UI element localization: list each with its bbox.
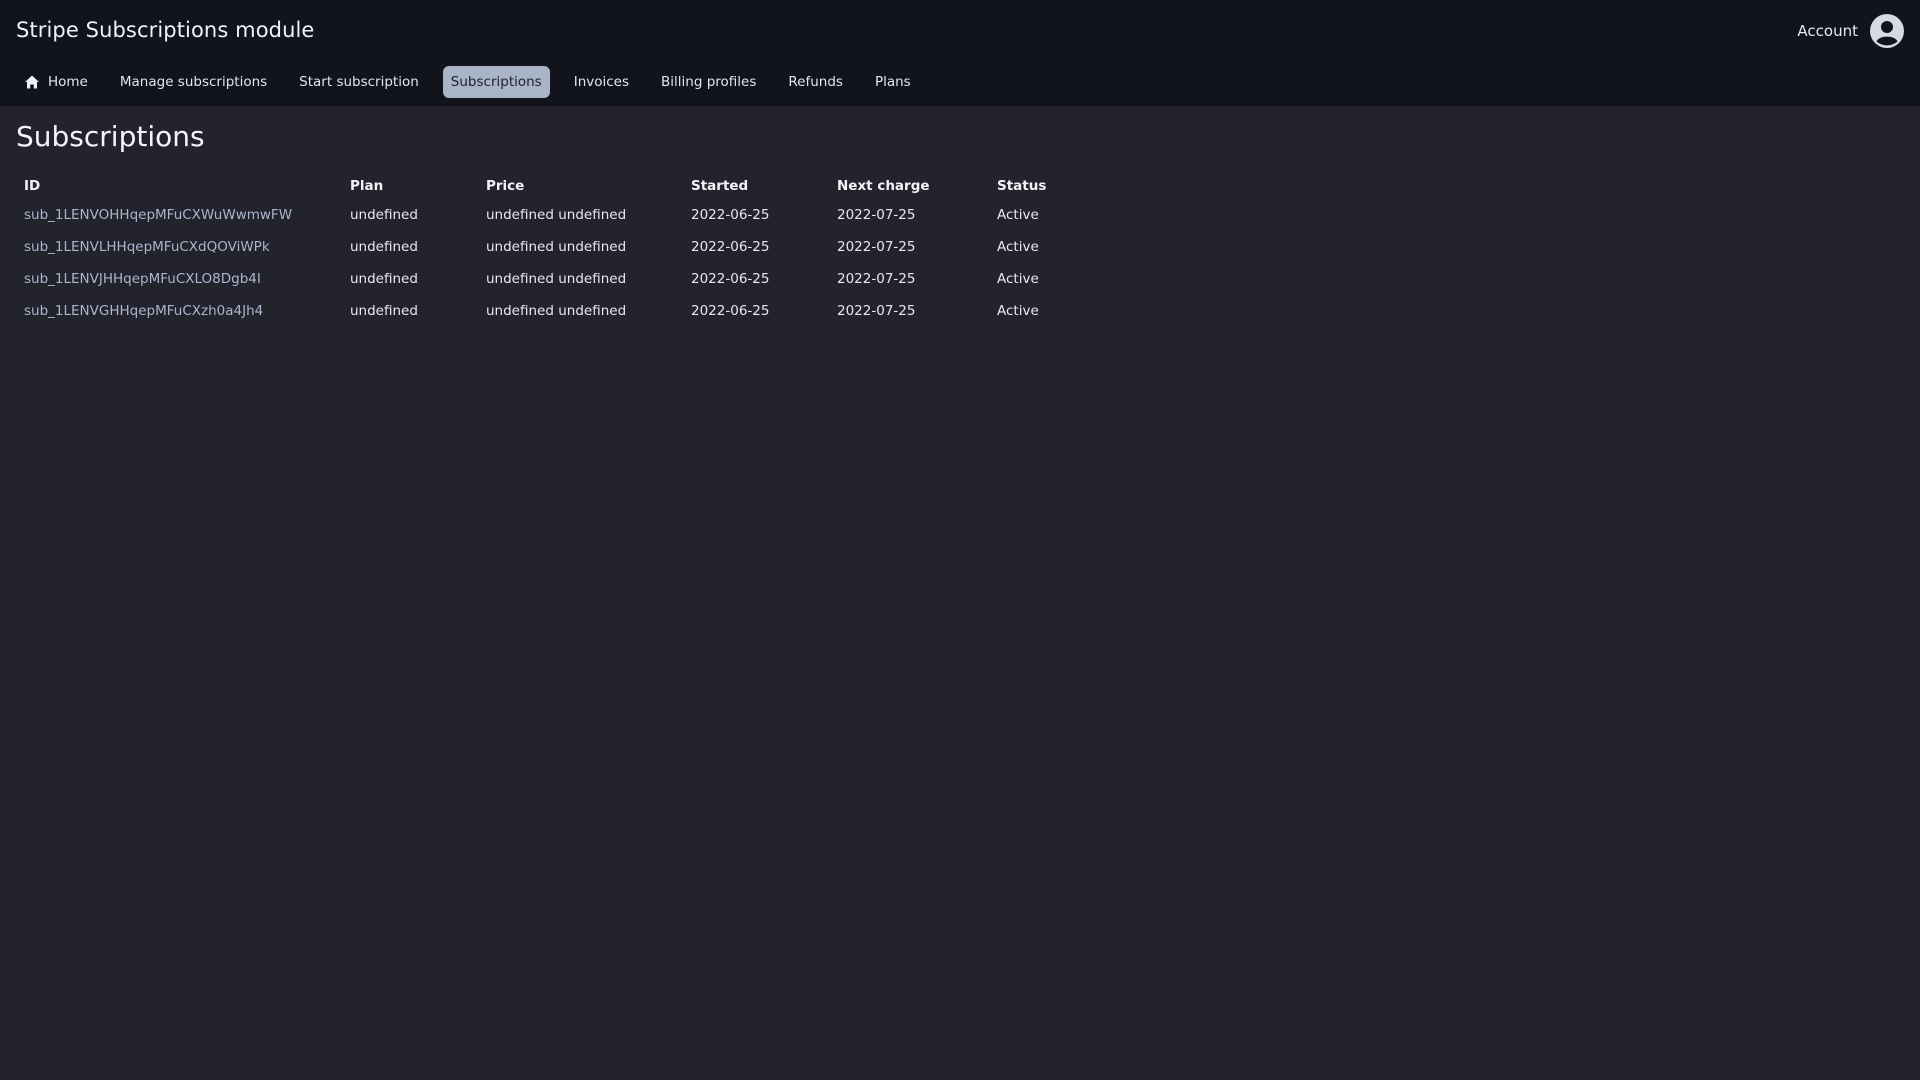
- column-header-next-charge: Next charge: [837, 178, 930, 194]
- account-label: Account: [1797, 22, 1858, 40]
- subscription-id-link[interactable]: sub_1LENVLHHqepMFuCXdQOViWPk: [24, 239, 270, 255]
- plan-cell: undefined: [350, 271, 418, 287]
- nav-item-label: Subscriptions: [450, 74, 542, 90]
- next-charge-cell: 2022-07-25: [837, 303, 916, 319]
- subscription-id-cell: sub_1LENVLHHqepMFuCXdQOViWPk: [16, 231, 342, 263]
- column-header-id: ID: [24, 178, 41, 194]
- nav-item-label: Start subscription: [299, 74, 419, 90]
- nav-item-subscriptions[interactable]: Subscriptions: [442, 66, 550, 98]
- price-cell: undefined undefined: [486, 271, 627, 287]
- nav-item-start-subscription[interactable]: Start subscription: [291, 66, 427, 98]
- subscription-id-link[interactable]: sub_1LENVGHHqepMFuCXzh0a4Jh4: [24, 303, 263, 319]
- column-header-status: Status: [997, 178, 1047, 194]
- account-avatar-icon: [1870, 14, 1904, 48]
- next-charge-cell: 2022-07-25: [837, 239, 916, 255]
- account-button[interactable]: Account: [1797, 14, 1904, 48]
- price-cell: undefined undefined: [486, 303, 627, 319]
- app-title: Stripe Subscriptions module: [16, 18, 315, 42]
- subscriptions-table: ID Plan Price Started Next charge Status…: [16, 173, 1105, 327]
- nav-item-label: Invoices: [573, 74, 630, 90]
- nav-item-billing-profiles[interactable]: Billing profiles: [653, 66, 764, 98]
- column-header-started: Started: [691, 178, 749, 194]
- page-title: Subscriptions: [16, 120, 205, 153]
- nav-item-manage-subscriptions[interactable]: Manage subscriptions: [112, 66, 275, 98]
- table-header-row: ID Plan Price Started Next charge Status: [16, 173, 1105, 199]
- subscription-id-link[interactable]: sub_1LENVOHHqepMFuCXWuWwmwFW: [24, 207, 292, 223]
- nav-item-label: Billing profiles: [661, 74, 757, 90]
- price-cell: undefined undefined: [486, 239, 627, 255]
- started-cell: 2022-06-25: [691, 303, 770, 319]
- price-cell: undefined undefined: [486, 207, 627, 223]
- subscription-id-cell: sub_1LENVOHHqepMFuCXWuWwmwFW: [16, 199, 342, 231]
- plan-cell: undefined: [350, 303, 418, 319]
- nav-item-label: Plans: [874, 74, 911, 90]
- subscription-id-cell: sub_1LENVGHHqepMFuCXzh0a4Jh4: [16, 295, 342, 327]
- started-cell: 2022-06-25: [691, 239, 770, 255]
- status-cell: Active: [997, 303, 1039, 319]
- home-icon: [25, 75, 39, 89]
- next-charge-cell: 2022-07-25: [837, 207, 916, 223]
- plan-cell: undefined: [350, 207, 418, 223]
- plan-cell: undefined: [350, 239, 418, 255]
- next-charge-cell: 2022-07-25: [837, 271, 916, 287]
- subscription-id-link[interactable]: sub_1LENVJHHqepMFuCXLO8Dgb4I: [24, 271, 261, 287]
- nav-item-refunds[interactable]: Refunds: [780, 66, 851, 98]
- table-row: sub_1LENVLHHqepMFuCXdQOViWPk undefined u…: [16, 231, 1105, 263]
- table-row: sub_1LENVGHHqepMFuCXzh0a4Jh4 undefined u…: [16, 295, 1105, 327]
- status-cell: Active: [997, 239, 1039, 255]
- main-nav: Home Manage subscriptions Start subscrip…: [16, 66, 935, 98]
- nav-item-label: Home: [48, 74, 88, 90]
- nav-item-invoices[interactable]: Invoices: [566, 66, 637, 98]
- nav-item-plans[interactable]: Plans: [867, 66, 919, 98]
- table-row: sub_1LENVJHHqepMFuCXLO8Dgb4I undefined u…: [16, 263, 1105, 295]
- table-row: sub_1LENVOHHqepMFuCXWuWwmwFW undefined u…: [16, 199, 1105, 231]
- started-cell: 2022-06-25: [691, 271, 770, 287]
- status-cell: Active: [997, 207, 1039, 223]
- started-cell: 2022-06-25: [691, 207, 770, 223]
- top-bar: Stripe Subscriptions module Account Home…: [0, 0, 1920, 106]
- nav-item-label: Manage subscriptions: [119, 74, 268, 90]
- status-cell: Active: [997, 271, 1039, 287]
- column-header-plan: Plan: [350, 178, 384, 194]
- nav-item-label: Refunds: [788, 74, 843, 90]
- nav-item-home[interactable]: Home: [16, 66, 96, 98]
- column-header-price: Price: [486, 178, 525, 194]
- subscription-id-cell: sub_1LENVJHHqepMFuCXLO8Dgb4I: [16, 263, 342, 295]
